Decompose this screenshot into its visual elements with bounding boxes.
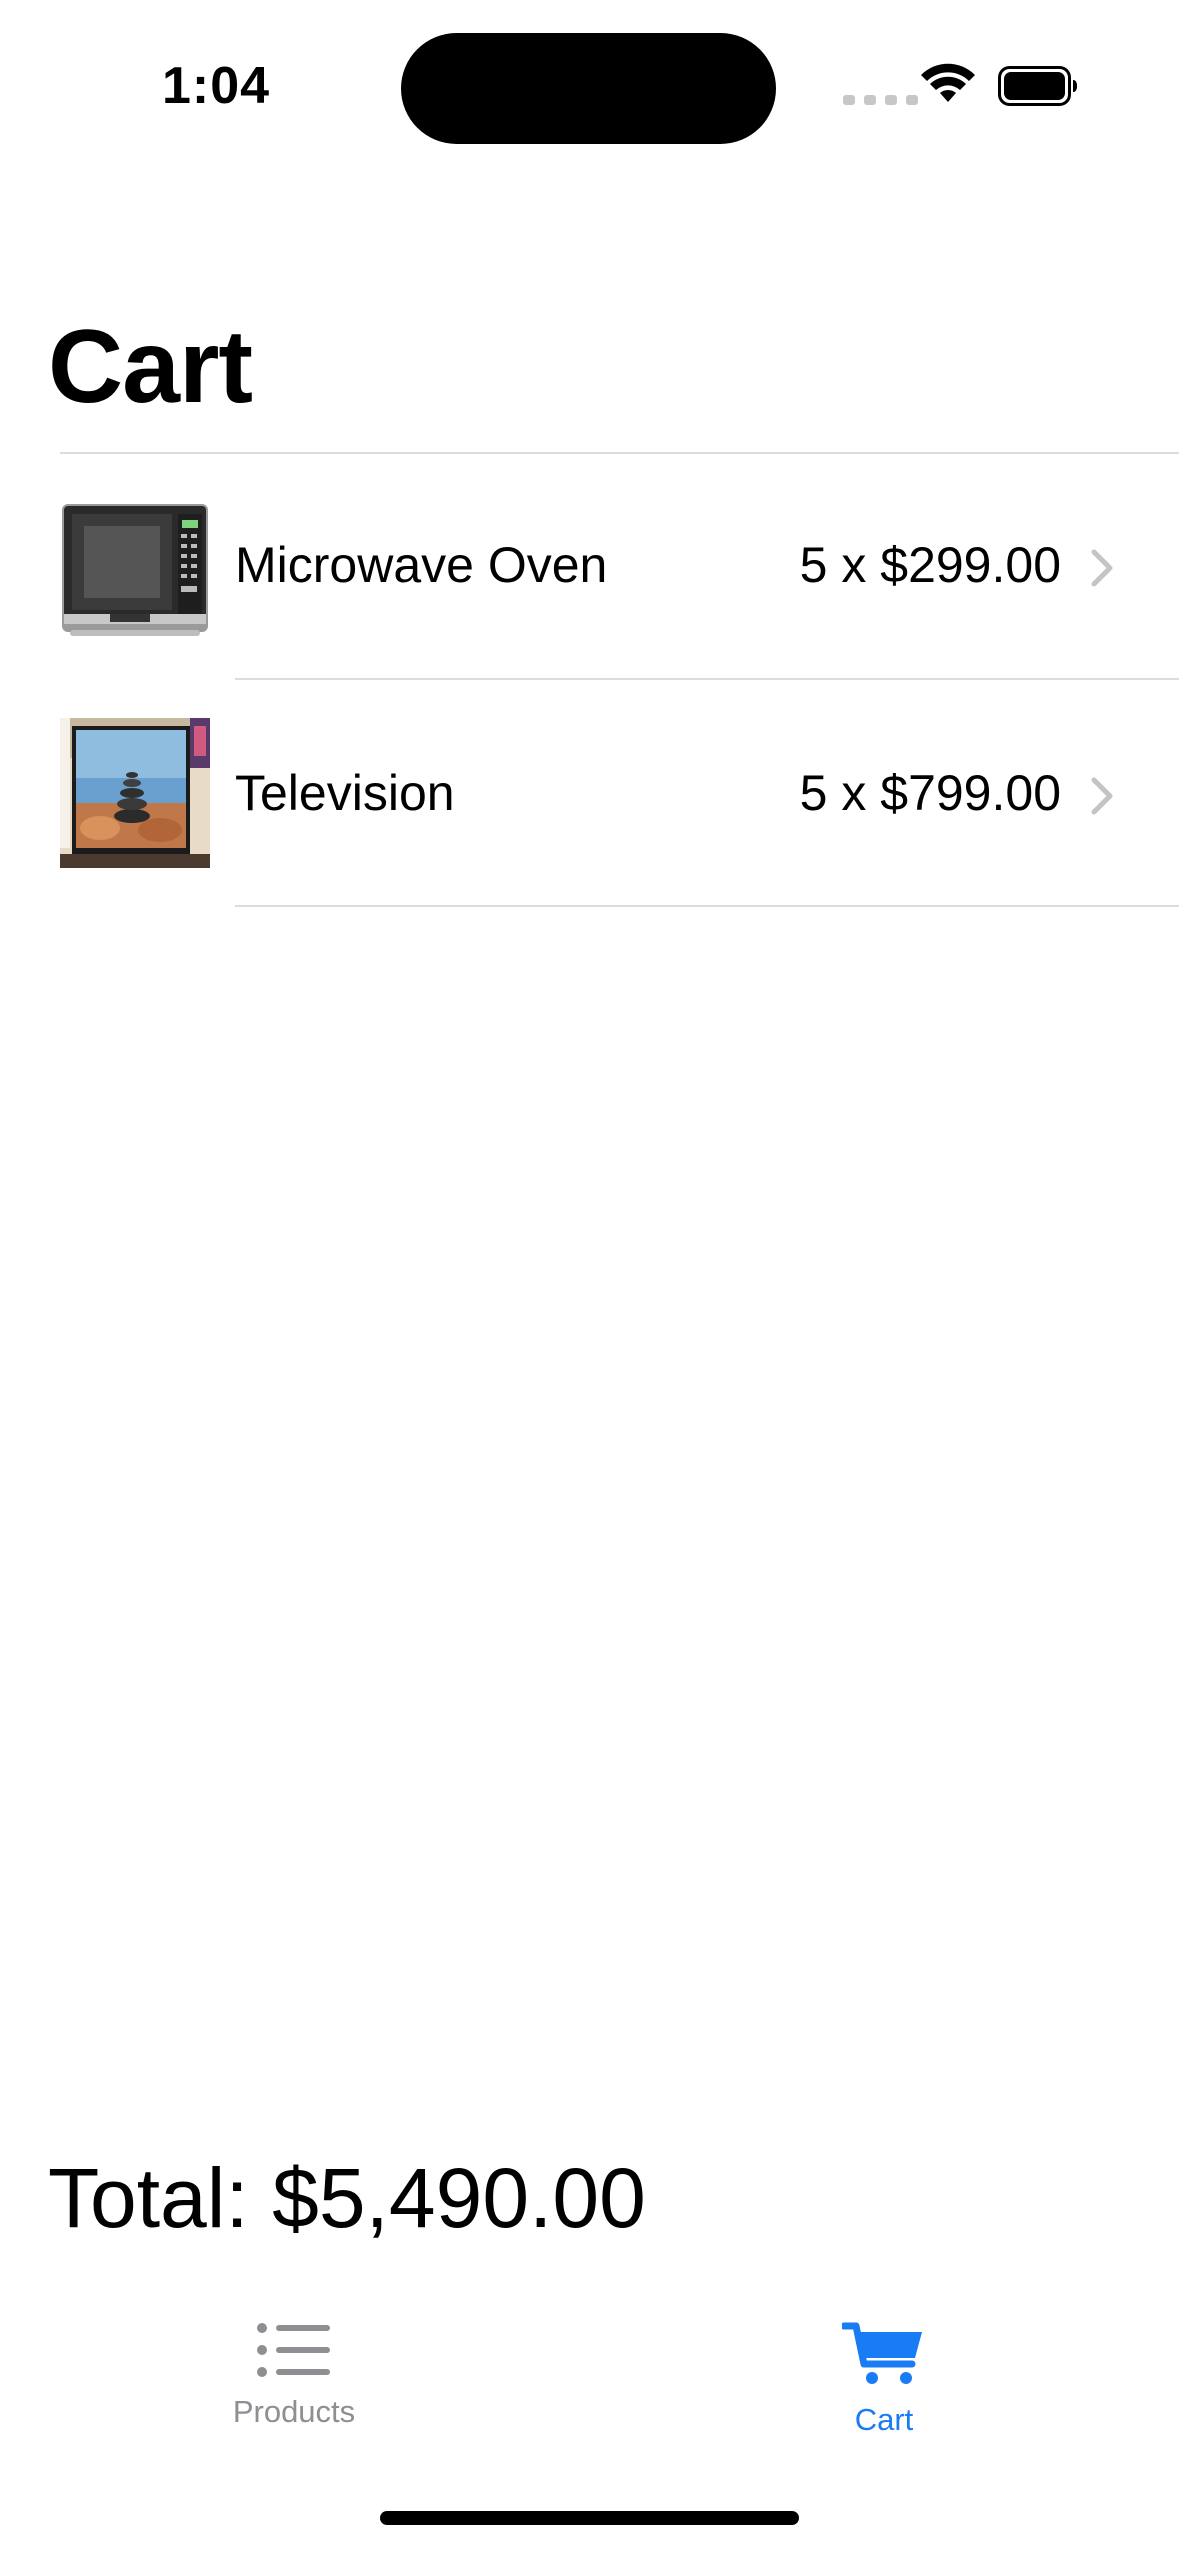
tab-products[interactable]: Products [194, 2320, 394, 2460]
dynamic-island [401, 33, 776, 144]
chevron-right-icon [1091, 777, 1113, 815]
wifi-icon [921, 63, 975, 102]
cart-icon [842, 2322, 922, 2384]
row-divider [235, 905, 1179, 907]
tab-label: Cart [854, 2402, 914, 2437]
battery-icon [998, 66, 1077, 106]
cart-screen: 1:04 Cart Microwave Oven 5 x $299.00 Tel… [0, 0, 1179, 2556]
list-icon [257, 2323, 330, 2377]
cart-item-microwave[interactable]: Microwave Oven 5 x $299.00 [0, 454, 1179, 678]
microwave-image [60, 490, 210, 640]
television-image [60, 718, 210, 868]
home-indicator[interactable] [380, 2511, 799, 2525]
page-title: Cart [48, 309, 253, 425]
cart-item-name: Microwave Oven [235, 537, 608, 593]
tab-label: Products [232, 2394, 356, 2429]
status-time: 1:04 [162, 57, 271, 115]
chevron-right-icon [1091, 549, 1113, 587]
cart-item-price: 5 x $299.00 [799, 537, 1061, 593]
tab-cart[interactable]: Cart [784, 2320, 984, 2460]
cellular-signal-icon [843, 95, 918, 105]
cart-item-television[interactable]: Television 5 x $799.00 [0, 680, 1179, 904]
cart-item-price: 5 x $799.00 [799, 765, 1061, 821]
cart-total: Total: $5,490.00 [48, 2151, 646, 2245]
cart-item-name: Television [235, 765, 455, 821]
